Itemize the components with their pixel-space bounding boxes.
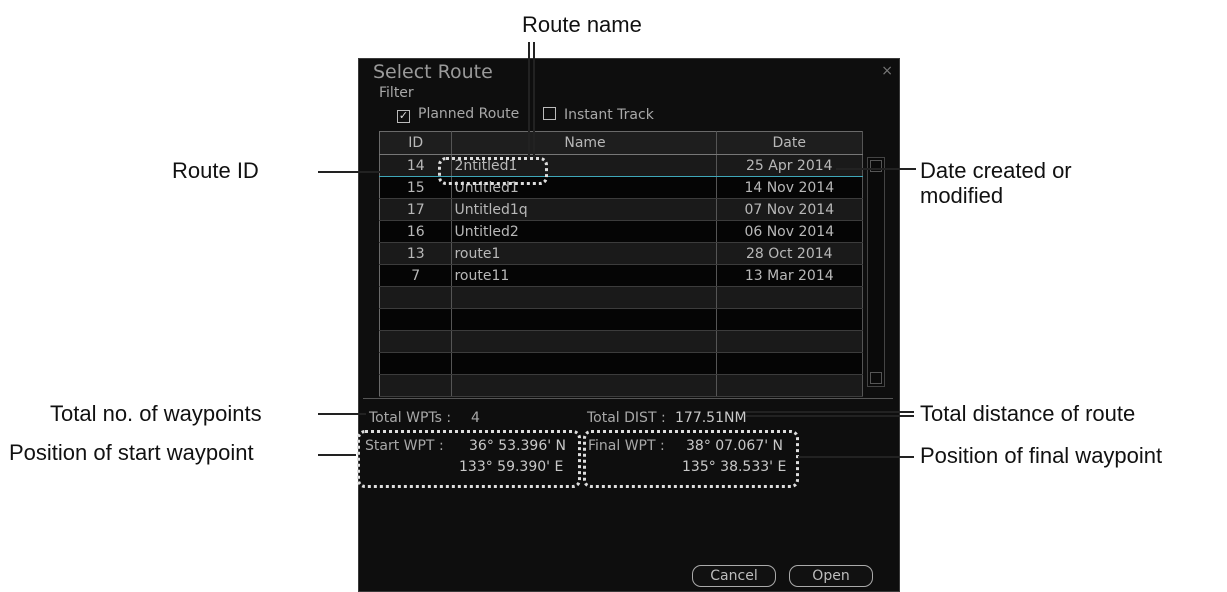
checkbox-checked-icon[interactable]: ✓ xyxy=(397,110,410,123)
route-name-cell: route11 xyxy=(451,264,717,287)
divider xyxy=(363,398,893,399)
planned-route-label: Planned Route xyxy=(418,106,520,122)
empty-row xyxy=(379,330,864,353)
leader-total-wpts xyxy=(318,413,366,415)
callout-route-name: Route name xyxy=(522,12,642,37)
route-date-cell: 06 Nov 2014 xyxy=(716,220,864,243)
checkbox-unchecked-icon[interactable] xyxy=(543,107,556,120)
route-date-cell: 07 Nov 2014 xyxy=(716,198,864,221)
callout-total-waypoints: Total no. of waypoints xyxy=(50,401,262,426)
highlight-final-position xyxy=(583,430,799,488)
highlight-start-position xyxy=(357,430,581,488)
table-row[interactable]: 13 route1 28 Oct 2014 xyxy=(379,242,864,265)
column-header-name[interactable]: Name xyxy=(451,131,717,155)
route-date-cell: 28 Oct 2014 xyxy=(716,242,864,265)
close-icon[interactable]: × xyxy=(881,63,893,79)
leader-route-id xyxy=(318,171,380,173)
planned-route-checkbox[interactable]: ✓ Planned Route xyxy=(397,106,520,123)
callout-date-created-2: modified xyxy=(920,183,1004,208)
empty-row xyxy=(379,308,864,331)
filter-label: Filter xyxy=(379,85,414,101)
column-header-date[interactable]: Date xyxy=(716,131,864,155)
column-header-id[interactable]: ID xyxy=(379,131,453,155)
leader-total-dist-2 xyxy=(746,415,914,417)
scroll-down-icon[interactable] xyxy=(870,372,882,384)
table-row[interactable]: 17 Untitled1q 07 Nov 2014 xyxy=(379,198,864,221)
table-row[interactable]: 7 route11 13 Mar 2014 xyxy=(379,264,864,287)
leader-final-position xyxy=(798,456,914,458)
total-dist-value: 177.51NM xyxy=(675,410,747,426)
callout-total-distance: Total distance of route xyxy=(920,401,1136,426)
instant-track-label: Instant Track xyxy=(564,107,654,123)
total-wpts-label: Total WPTs : xyxy=(369,410,452,426)
empty-row xyxy=(379,286,864,309)
table-row[interactable]: 16 Untitled2 06 Nov 2014 xyxy=(379,220,864,243)
total-dist-label: Total DIST : xyxy=(587,410,666,426)
route-id-cell: 16 xyxy=(379,220,453,243)
callout-route-id: Route ID xyxy=(172,158,259,183)
route-name-cell: Untitled2 xyxy=(451,220,717,243)
leader-start-position xyxy=(318,454,356,456)
leader-route-name xyxy=(528,42,530,158)
leader-date xyxy=(836,168,916,170)
highlight-route-name xyxy=(438,157,548,185)
route-date-cell: 13 Mar 2014 xyxy=(716,264,864,287)
route-id-cell: 7 xyxy=(379,264,453,287)
route-date-cell: 14 Nov 2014 xyxy=(716,176,864,199)
select-route-dialog: Select Route × Filter ✓ Planned Route Ins… xyxy=(358,58,900,592)
cancel-button[interactable]: Cancel xyxy=(692,565,776,587)
leader-route-name-2 xyxy=(533,42,535,158)
open-button[interactable]: Open xyxy=(789,565,873,587)
callout-final-position: Position of final waypoint xyxy=(920,443,1163,468)
callout-date-created: Date created or xyxy=(920,158,1072,183)
instant-track-checkbox[interactable]: Instant Track xyxy=(543,106,654,123)
callout-start-position: Position of start waypoint xyxy=(9,440,254,465)
empty-row xyxy=(379,374,864,397)
route-id-cell: 13 xyxy=(379,242,453,265)
route-id-cell: 17 xyxy=(379,198,453,221)
scroll-up-icon[interactable] xyxy=(870,160,882,172)
dialog-title: Select Route xyxy=(373,61,493,83)
table-scrollbar[interactable] xyxy=(867,157,885,387)
route-name-cell: route1 xyxy=(451,242,717,265)
leader-total-dist xyxy=(746,411,914,413)
route-name-cell: Untitled1q xyxy=(451,198,717,221)
route-date-cell: 25 Apr 2014 xyxy=(716,154,864,177)
empty-row xyxy=(379,352,864,375)
total-wpts-value: 4 xyxy=(471,410,480,426)
